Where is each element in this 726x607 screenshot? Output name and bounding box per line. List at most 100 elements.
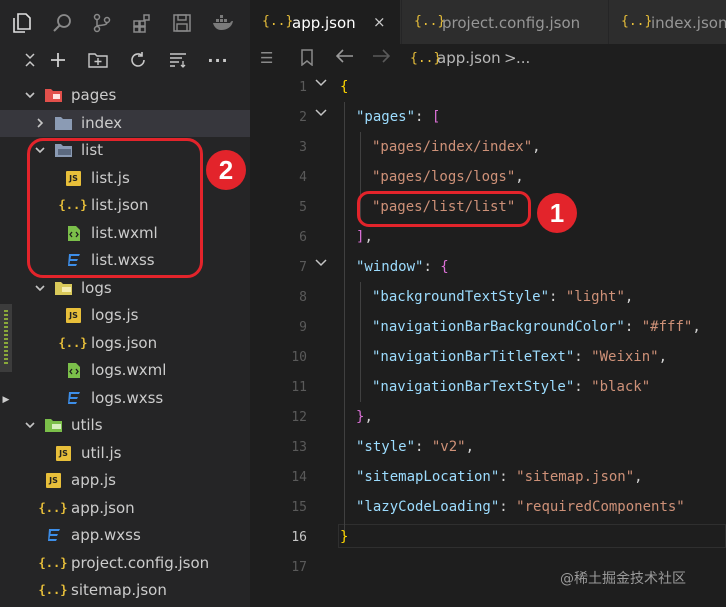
tab-label: index.json — [651, 14, 726, 32]
line-number: 4 — [299, 170, 307, 185]
expand-arrow-icon[interactable]: ▶ — [0, 390, 12, 410]
tree-item-label: logs.wxml — [91, 361, 167, 379]
line-number: 13 — [291, 440, 307, 455]
tab-index-json[interactable]: {..} index.json — [608, 0, 726, 44]
fold-chevron-icon[interactable] — [314, 107, 328, 119]
json-file-icon: {..} — [38, 583, 68, 597]
chevron-down-icon — [25, 422, 35, 429]
files-icon[interactable] — [11, 12, 33, 34]
line-number: 7 — [299, 260, 307, 275]
list-icon[interactable]: ☰ — [260, 49, 273, 67]
tree-item-label: logs.json — [91, 334, 158, 352]
line-number: 15 — [291, 500, 307, 515]
annotation-box-route — [357, 191, 531, 227]
json-file-icon: {..} — [38, 556, 68, 570]
tab-label: app.json — [292, 14, 356, 32]
tree-item-label: logs — [81, 279, 112, 297]
line-number: 14 — [291, 470, 307, 485]
tree-file-app-json[interactable]: {..} app.json — [0, 495, 250, 522]
tab-project-config-json[interactable]: {..} project.config.json — [401, 0, 608, 44]
line-number: 2 — [299, 110, 307, 125]
tree-folder-utils[interactable]: utils — [0, 412, 250, 439]
line-number: 5 — [299, 200, 307, 215]
new-file-icon[interactable] — [47, 49, 69, 71]
folder-icon — [54, 114, 74, 132]
tab-app-json[interactable]: {..} app.json × — [250, 0, 400, 44]
chevron-right-icon — [37, 118, 44, 128]
tree-item-label: project.config.json — [71, 554, 210, 572]
code-line-10: "navigationBarTitleText": "Weixin", — [372, 349, 668, 365]
wxml-file-icon — [64, 361, 84, 379]
save-icon[interactable] — [171, 12, 193, 34]
tree-file-logs-js[interactable]: JS logs.js — [0, 302, 250, 329]
tree-item-label: app.json — [71, 499, 135, 517]
code-line-2: "pages": [ — [356, 109, 441, 125]
code-line-15: "lazyCodeLoading": "requiredComponents" — [356, 499, 685, 515]
json-file-icon: {..} — [58, 336, 88, 350]
breadcrumb-rest[interactable]: ... — [516, 49, 530, 67]
tree-folder-pages[interactable]: pages — [0, 82, 250, 109]
js-file-icon: JS — [46, 473, 61, 488]
tree-folder-logs[interactable]: logs — [0, 275, 250, 302]
minimap-indicator[interactable] — [0, 304, 12, 372]
code-line-3: "pages/index/index", — [372, 139, 541, 155]
annotation-marker-1: 1 — [537, 193, 577, 233]
tree-file-logs-wxss[interactable]: logs.wxss — [0, 385, 250, 412]
tree-file-logs-wxml[interactable]: logs.wxml — [0, 357, 250, 384]
sort-icon[interactable] — [167, 49, 189, 71]
tree-item-label: pages — [71, 86, 117, 104]
new-folder-icon[interactable] — [87, 49, 109, 71]
line-number: 10 — [291, 350, 307, 365]
wxss-file-icon — [44, 526, 64, 544]
breadcrumb-file[interactable]: app.json — [437, 49, 501, 67]
refresh-icon[interactable] — [127, 49, 149, 71]
folder-open-icon — [44, 86, 64, 104]
js-file-icon: JS — [66, 308, 81, 323]
line-number: 16 — [291, 530, 307, 545]
collapse-icon[interactable] — [19, 49, 41, 71]
fold-chevron-icon[interactable] — [314, 77, 328, 89]
line-number: 12 — [291, 410, 307, 425]
tree-item-label: app.js — [71, 471, 116, 489]
back-arrow-icon[interactable] — [335, 49, 354, 67]
annotation-box-list-folder — [27, 138, 203, 278]
more-icon[interactable]: ··· — [207, 49, 229, 71]
activity-bar — [0, 0, 250, 44]
code-line-11: "navigationBarTextStyle": "black" — [372, 379, 651, 395]
tree-item-label: sitemap.json — [71, 581, 167, 599]
breadcrumb-separator: > — [504, 49, 517, 67]
tree-file-util-js[interactable]: JS util.js — [0, 440, 250, 467]
tree-file-app-js[interactable]: JS app.js — [0, 467, 250, 494]
source-control-icon[interactable] — [91, 12, 113, 34]
line-number: 6 — [299, 230, 307, 245]
code-line-1: { — [340, 79, 349, 95]
code-line-8: "backgroundTextStyle": "light", — [372, 289, 634, 305]
tree-file-project-config-json[interactable]: {..} project.config.json — [0, 550, 250, 577]
code-line-12: }, — [356, 409, 373, 425]
indent-guide — [360, 282, 361, 402]
line-number: 8 — [299, 290, 307, 305]
breadcrumb: ☰ {..} app.json > ... — [250, 44, 726, 73]
code-line-4: "pages/logs/logs", — [372, 169, 524, 185]
bookmark-icon[interactable] — [300, 49, 314, 70]
code-line-9: "navigationBarBackgroundColor": "#fff", — [372, 319, 701, 335]
line-number: 1 — [299, 80, 307, 95]
tree-item-label: index — [81, 114, 123, 132]
current-line-highlight — [338, 524, 726, 548]
tree-folder-index[interactable]: index — [0, 110, 250, 137]
docker-icon[interactable] — [212, 12, 234, 34]
fold-chevron-icon[interactable] — [314, 257, 328, 269]
tree-file-app-wxss[interactable]: app.wxss — [0, 522, 250, 549]
tree-file-logs-json[interactable]: {..} logs.json — [0, 330, 250, 357]
search-icon[interactable] — [51, 12, 73, 34]
json-file-icon: {..} — [38, 501, 68, 515]
forward-arrow-icon[interactable] — [372, 49, 391, 67]
folder-open-icon — [44, 416, 64, 434]
close-icon[interactable]: × — [373, 13, 386, 31]
js-file-icon: JS — [56, 446, 71, 461]
folder-open-icon — [54, 279, 74, 297]
extensions-icon[interactable] — [131, 12, 153, 34]
chevron-down-icon — [25, 92, 35, 99]
tree-file-sitemap-json[interactable]: {..} sitemap.json — [0, 577, 250, 604]
code-line-16: } — [340, 529, 349, 545]
